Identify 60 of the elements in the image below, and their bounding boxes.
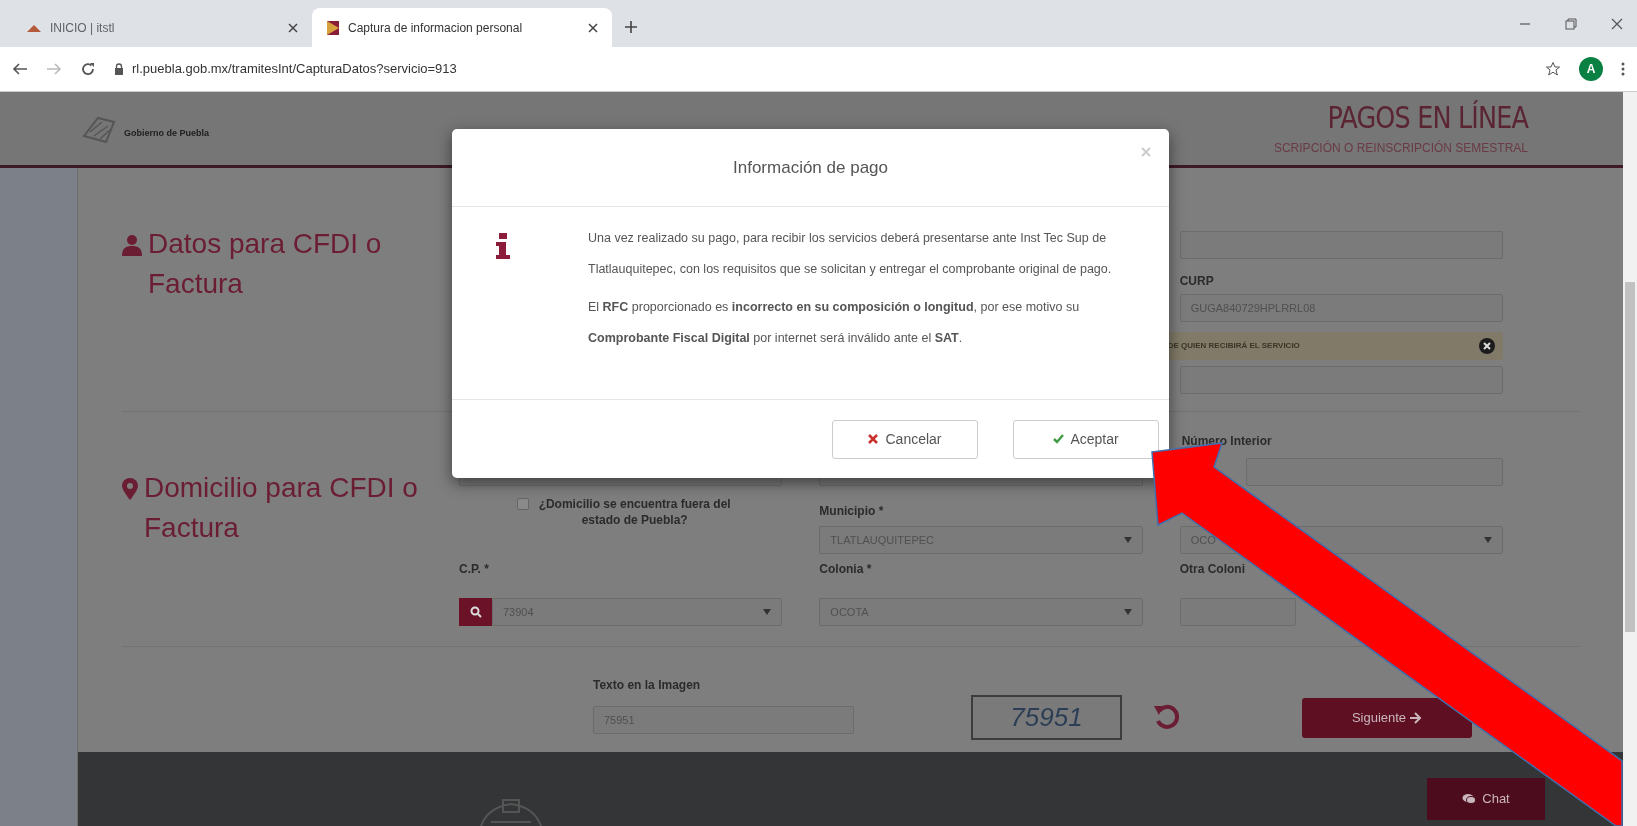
input-field[interactable] <box>1245 458 1503 486</box>
tab-title: INICIO | itstl <box>50 19 116 37</box>
checkbox-label: ¿Domicilio se encuentra fuera del estado de Puebla? <box>537 496 732 528</box>
modal-title: Información de pago <box>733 156 888 179</box>
browser-tab[interactable]: INICIO | itstl <box>12 8 312 47</box>
browser-tab[interactable]: Captura de informacion personal <box>312 8 612 47</box>
section-heading: Datos para CFDI o Factura <box>148 227 383 301</box>
checkbox[interactable] <box>516 498 529 510</box>
favicon-icon <box>26 22 42 33</box>
arrow-right-icon <box>1410 712 1423 724</box>
address-url[interactable]: rl.puebla.gob.mx/tramitesInt/CapturaDatos?servicio=913 <box>132 59 457 79</box>
field-label: Texto en la Imagen <box>593 677 702 694</box>
next-button[interactable]: Siguiente <box>1302 698 1472 738</box>
field-label: CURP <box>1179 272 1215 290</box>
search-icon <box>469 606 482 618</box>
captcha-image: 75951 <box>971 695 1122 740</box>
new-tab-icon[interactable] <box>624 20 638 34</box>
refresh-icon[interactable] <box>1153 703 1181 731</box>
section-heading: Domicilio para CFDI o Factura <box>144 471 419 545</box>
menu-icon[interactable] <box>1621 61 1625 77</box>
profile-avatar[interactable]: A <box>1579 57 1603 81</box>
caret-icon <box>1484 537 1492 543</box>
field-label: C.P. * <box>459 561 490 578</box>
logo-text: Gobierno de Puebla <box>124 126 209 140</box>
info-icon <box>496 233 510 259</box>
cancel-button[interactable]: Cancelar <box>832 419 978 459</box>
modal-paragraph: El RFC proporcionado es incorrecto en su composición o longitud, por ese motivo su Comprobante Fiscal Digital por internet será inválido ante el SAT. <box>588 299 1081 347</box>
field-label: Colonia * <box>819 561 873 578</box>
check-icon <box>1053 434 1065 444</box>
field-label: Municipio * <box>819 503 885 520</box>
input-field[interactable] <box>1179 598 1296 626</box>
close-icon[interactable] <box>1611 17 1623 30</box>
map-pin-icon <box>122 478 138 500</box>
reload-icon[interactable] <box>80 61 96 77</box>
close-icon[interactable] <box>588 22 598 33</box>
back-icon[interactable] <box>12 62 28 76</box>
accept-button[interactable]: Aceptar <box>1013 419 1159 459</box>
close-icon <box>868 434 880 444</box>
modal-paragraph: Una vez realizado su pago, para recibir los servicios deberá presentarse ante Inst Tec Sup de Tlatlauquitepec, con los requisitos que se solicitan y entregar el comprobante original de pago. <box>588 230 1113 278</box>
chat-button[interactable]: Chat <box>1427 778 1545 820</box>
caret-icon <box>1123 609 1132 615</box>
header-title: PAGOS EN LÍNEA <box>1327 100 1528 135</box>
search-button[interactable] <box>459 598 492 626</box>
scrollbar-thumb[interactable] <box>1625 282 1635 632</box>
restore-icon[interactable] <box>1565 17 1577 30</box>
favicon-icon <box>326 19 340 36</box>
caret-icon <box>763 609 772 615</box>
forward-icon[interactable] <box>46 62 62 76</box>
close-icon[interactable] <box>1479 338 1495 354</box>
star-icon[interactable] <box>1545 61 1561 77</box>
close-icon[interactable] <box>288 22 298 33</box>
field-label: Número Interior <box>1180 433 1273 450</box>
chat-icon <box>1462 793 1477 805</box>
lock-icon <box>114 63 124 75</box>
user-icon <box>122 234 142 256</box>
caret-icon <box>1123 537 1132 543</box>
header-subtitle: SCRIPCIÓN O REINSCRIPCIÓN SEMESTRAL <box>1273 139 1528 157</box>
tab-title: Captura de informacion personal <box>348 19 524 37</box>
scrollbar[interactable] <box>1623 92 1637 826</box>
field-label: Otra Coloni <box>1179 561 1246 578</box>
